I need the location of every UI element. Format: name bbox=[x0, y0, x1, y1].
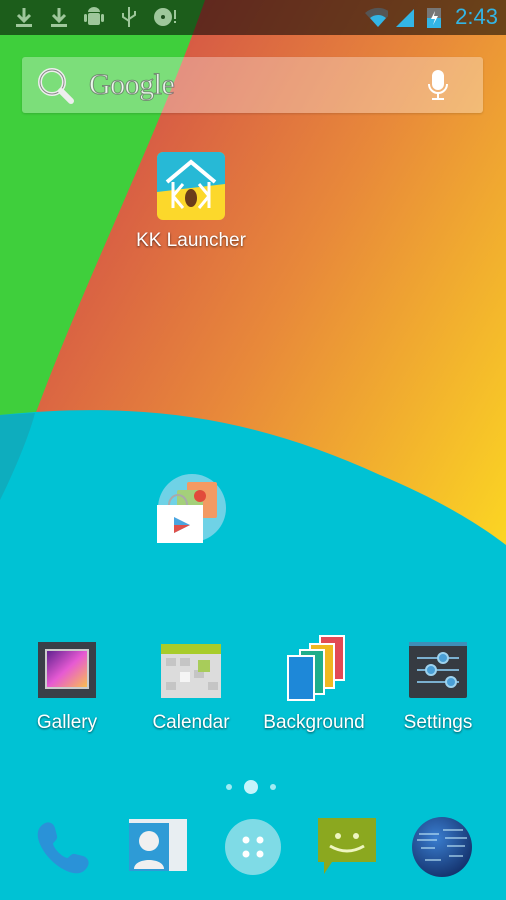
search-icon[interactable] bbox=[36, 66, 76, 111]
status-bar: 2:43 bbox=[0, 0, 506, 35]
dock-browser[interactable] bbox=[410, 815, 474, 879]
wallpaper bbox=[0, 0, 506, 900]
google-logo-text: Google bbox=[88, 68, 175, 102]
page-indicator bbox=[226, 780, 276, 794]
google-search-bar[interactable]: Google bbox=[22, 57, 483, 113]
wallpaper-icon bbox=[287, 635, 345, 701]
download-icon bbox=[12, 4, 36, 30]
app-label: Calendar bbox=[152, 712, 230, 733]
dock-contacts[interactable] bbox=[126, 815, 190, 879]
app-drawer-icon bbox=[225, 819, 281, 875]
signal-icon bbox=[393, 4, 417, 30]
contacts-icon bbox=[129, 819, 187, 871]
app-gallery[interactable]: Gallery bbox=[7, 640, 127, 734]
globe-icon bbox=[412, 817, 472, 877]
calendar-icon bbox=[161, 644, 221, 698]
app-calendar[interactable]: Calendar bbox=[131, 640, 251, 734]
android-debug-icon bbox=[82, 4, 106, 30]
kk-launcher-icon bbox=[157, 152, 225, 220]
settings-icon bbox=[409, 642, 467, 698]
app-label: KK Launcher bbox=[136, 230, 246, 251]
dock-messaging[interactable] bbox=[315, 815, 379, 879]
download-icon bbox=[47, 4, 71, 30]
app-settings[interactable]: Settings bbox=[378, 640, 498, 734]
page-dot[interactable] bbox=[270, 784, 276, 790]
app-label: Background bbox=[263, 712, 365, 733]
messaging-icon bbox=[318, 818, 376, 874]
dock-app-drawer[interactable] bbox=[221, 815, 285, 879]
phone-icon bbox=[37, 822, 89, 874]
app-play-store-folder[interactable] bbox=[131, 472, 251, 544]
play-store-folder-icon bbox=[157, 474, 226, 543]
app-kk-launcher[interactable]: KK Launcher bbox=[131, 152, 251, 252]
clock: 2:43 bbox=[455, 4, 498, 29]
page-dot-active[interactable] bbox=[244, 780, 258, 794]
gallery-icon bbox=[38, 642, 96, 698]
app-label: Gallery bbox=[36, 712, 98, 733]
dock-phone[interactable] bbox=[32, 815, 96, 879]
sd-card-icon bbox=[152, 4, 176, 30]
app-label: Settings bbox=[403, 712, 473, 733]
app-background[interactable]: Background bbox=[254, 634, 374, 734]
battery-charging-icon bbox=[422, 4, 446, 30]
wifi-icon bbox=[364, 4, 389, 30]
usb-icon bbox=[117, 4, 141, 30]
page-dot[interactable] bbox=[226, 784, 232, 790]
mic-icon[interactable] bbox=[426, 69, 450, 108]
